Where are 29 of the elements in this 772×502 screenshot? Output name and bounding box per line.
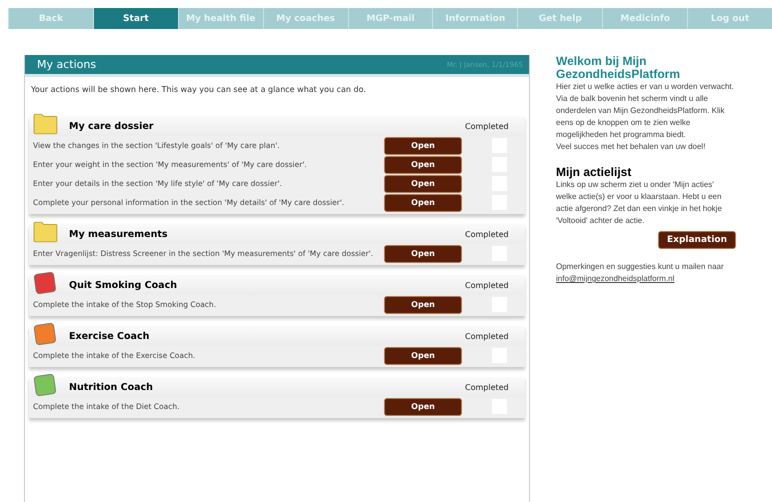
open-button[interactable]: Open: [384, 156, 462, 174]
welcome-title: Welkom bij Mijn GezondheidsPlatform: [556, 55, 682, 81]
open-button[interactable]: Open: [384, 296, 462, 314]
welcome-text: Hier ziet u welke acties er van u worden verwacht. Via de balk bovenin het scherm vindt u alle onderdelen van Mijn GezondheidsPlatform. Klik eens op de knoppen om te zien welke mogelijkheden het programma biedt.: [556, 81, 735, 141]
section-title: Quit Smoking Coach: [69, 280, 178, 290]
wish-text: Veel succes met het behalen van uw doel!: [556, 141, 706, 153]
panel-title: My actions: [37, 58, 96, 71]
completed-label: Completed: [465, 280, 510, 290]
completed-label: Completed: [465, 122, 510, 130]
intro-text: Your actions will be shown here. This way you can see at a glance what you can do.: [31, 85, 367, 94]
list-title: Mijn actielijst: [556, 165, 632, 179]
completed-label: Completed: [465, 382, 510, 392]
completed-label: Completed: [465, 230, 510, 238]
section-title: Nutrition Coach: [69, 382, 154, 392]
open-button[interactable]: Open: [384, 136, 462, 154]
completed-label: Completed: [465, 332, 510, 340]
nav-tab[interactable]: Start: [92, 8, 178, 29]
open-button[interactable]: Open: [384, 398, 462, 416]
open-button[interactable]: Open: [384, 194, 462, 212]
section-title: My measurements: [69, 228, 169, 240]
open-button[interactable]: Open: [384, 346, 462, 364]
contact-text: Opmerkingen en suggesties kunt u mailen naar info@mijngezondheidsplatform.nl: [556, 261, 725, 285]
section-title: My care dossier: [69, 120, 154, 132]
email-link[interactable]: info@mijngezondheidsplatform.nl: [556, 274, 674, 283]
open-button[interactable]: Open: [384, 174, 462, 192]
list-text: Links op uw scherm ziet u onder 'Mijn acties' welke actie(s) er voor u klaarstaan. Hebt u een actie afgerond? Zet dan een vinkje in het hokje 'Voltooid' achter de actie.: [556, 179, 723, 227]
open-button[interactable]: Open: [384, 244, 462, 262]
section-title: Exercise Coach: [69, 330, 150, 342]
explanation-button[interactable]: Explanation: [658, 231, 736, 249]
